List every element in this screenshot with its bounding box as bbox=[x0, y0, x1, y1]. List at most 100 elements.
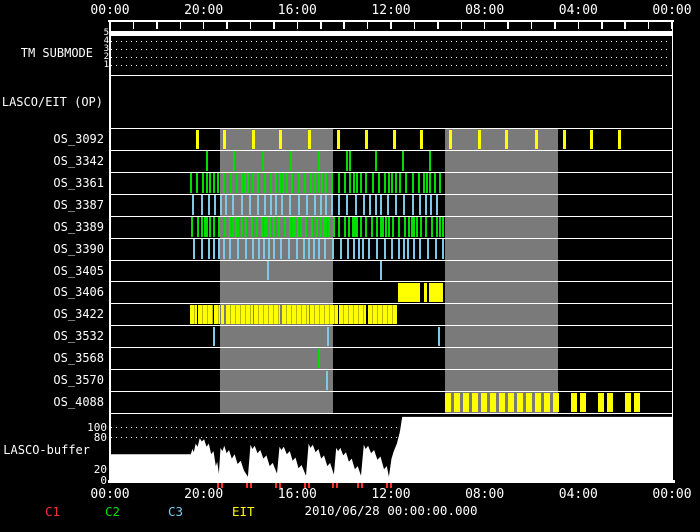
event-tick bbox=[402, 151, 404, 170]
event-tick bbox=[376, 239, 378, 258]
event-tick bbox=[201, 195, 203, 214]
event-block bbox=[198, 305, 213, 324]
event-tick bbox=[289, 195, 291, 214]
event-tick bbox=[223, 239, 225, 258]
hour-tick bbox=[578, 20, 580, 29]
event-tick bbox=[223, 173, 225, 192]
event-tick bbox=[427, 239, 429, 258]
event-tick bbox=[365, 173, 367, 192]
event-tick bbox=[353, 239, 355, 258]
event-tick bbox=[375, 195, 377, 214]
event-tick bbox=[362, 239, 364, 258]
grid-separator bbox=[110, 281, 672, 282]
event-tick bbox=[434, 173, 436, 192]
hour-tick bbox=[437, 20, 439, 29]
event-tick bbox=[270, 173, 272, 192]
row-label: OS_3092 bbox=[53, 133, 104, 145]
hour-tick bbox=[367, 20, 369, 29]
event-tick bbox=[363, 195, 365, 214]
buffer-area-svg bbox=[110, 413, 672, 480]
hour-tick bbox=[461, 20, 463, 29]
legend-item-eit: EIT bbox=[232, 506, 255, 519]
event-tick bbox=[196, 173, 198, 192]
gray-band bbox=[445, 128, 558, 413]
event-tick bbox=[388, 173, 390, 192]
event-tick bbox=[331, 173, 333, 192]
row-label: OS_3342 bbox=[53, 155, 104, 167]
event-tick bbox=[429, 151, 431, 170]
event-tick bbox=[369, 195, 371, 214]
event-tick bbox=[252, 239, 254, 258]
event-tick bbox=[535, 130, 538, 149]
event-tick bbox=[391, 173, 393, 192]
event-tick bbox=[431, 217, 433, 236]
event-tick bbox=[298, 195, 300, 214]
event-tick bbox=[241, 173, 243, 192]
event-tick bbox=[252, 173, 254, 192]
event-tick bbox=[439, 173, 441, 192]
event-tick bbox=[325, 195, 327, 214]
event-tick bbox=[384, 173, 386, 192]
event-tick bbox=[278, 217, 280, 236]
event-block bbox=[398, 283, 420, 302]
event-tick bbox=[368, 239, 370, 258]
event-tick bbox=[348, 217, 350, 236]
event-tick bbox=[218, 239, 220, 258]
event-tick bbox=[318, 151, 320, 170]
event-tick bbox=[358, 239, 360, 258]
grid-separator bbox=[110, 75, 672, 76]
event-tick bbox=[286, 173, 288, 192]
event-block bbox=[368, 305, 397, 324]
event-stripe bbox=[544, 393, 550, 412]
event-tick bbox=[337, 130, 340, 149]
event-tick bbox=[270, 195, 272, 214]
event-tick bbox=[344, 173, 346, 192]
hour-tick bbox=[414, 20, 416, 29]
buffer-ytick-label: 80 bbox=[94, 432, 107, 443]
time-label-bottom: 16:00 bbox=[267, 488, 327, 501]
event-stripe bbox=[634, 393, 640, 412]
event-tick bbox=[430, 195, 432, 214]
event-tick bbox=[191, 217, 193, 236]
event-tick bbox=[229, 239, 231, 258]
event-tick bbox=[408, 217, 410, 236]
red-mark bbox=[304, 483, 306, 488]
event-block bbox=[226, 305, 253, 324]
event-tick bbox=[391, 239, 393, 258]
time-label-top: 00:00 bbox=[642, 4, 700, 17]
hour-tick bbox=[343, 20, 345, 29]
event-tick bbox=[375, 151, 377, 170]
event-tick bbox=[360, 217, 362, 236]
event-tick bbox=[438, 327, 440, 346]
time-label-top: 20:00 bbox=[174, 4, 234, 17]
hour-tick bbox=[109, 20, 111, 29]
event-block bbox=[254, 305, 280, 324]
event-stripe bbox=[499, 393, 505, 412]
row-label: OS_3390 bbox=[53, 243, 104, 255]
event-tick bbox=[318, 349, 320, 368]
tm-submode-label: TM SUBMODE bbox=[21, 47, 93, 59]
red-mark bbox=[246, 483, 248, 488]
red-mark bbox=[275, 483, 277, 488]
tm-gridline bbox=[111, 49, 671, 50]
event-tick bbox=[297, 217, 299, 236]
event-tick bbox=[288, 239, 290, 258]
event-tick bbox=[261, 217, 263, 236]
event-tick bbox=[241, 195, 243, 214]
event-tick bbox=[213, 239, 215, 258]
hour-tick bbox=[484, 20, 486, 29]
row-label: OS_3422 bbox=[53, 308, 104, 320]
time-label-top: 04:00 bbox=[548, 4, 608, 17]
event-tick bbox=[262, 151, 264, 170]
event-tick bbox=[279, 130, 282, 149]
event-tick bbox=[478, 130, 481, 149]
tm-gridline bbox=[111, 41, 671, 42]
event-tick bbox=[399, 173, 401, 192]
event-tick bbox=[233, 151, 235, 170]
event-tick bbox=[229, 217, 231, 236]
event-tick bbox=[193, 239, 195, 258]
event-stripe bbox=[598, 393, 604, 412]
event-block bbox=[424, 283, 427, 302]
event-tick bbox=[338, 195, 340, 214]
event-stripe bbox=[553, 393, 559, 412]
